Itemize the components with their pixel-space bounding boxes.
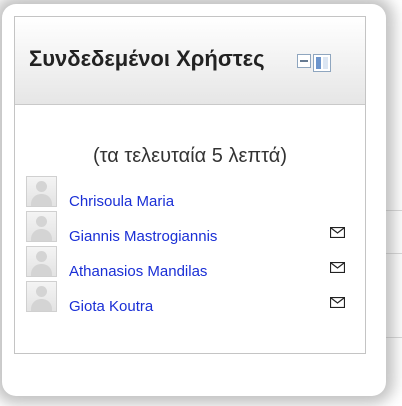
envelope-icon[interactable] [330, 297, 345, 308]
list-item: Athanasios Mandilas [26, 246, 346, 281]
online-user-list: Chrisoula Maria Giannis Mastrogiannis At… [26, 176, 346, 316]
screenshot-frame: Συνδεδεμένοι Χρήστες (τα τελευταία 5 λεπ… [2, 4, 386, 396]
envelope-icon[interactable] [330, 227, 345, 238]
user-avatar-icon[interactable] [26, 246, 57, 277]
panel-icon [313, 54, 331, 72]
time-window-label: (τα τελευταία 5 λεπτά) [92, 145, 288, 167]
envelope-icon[interactable] [330, 262, 345, 273]
user-name-link[interactable]: Giannis Mastrogiannis [69, 228, 217, 246]
dock-block-icon[interactable] [297, 54, 331, 74]
user-name-link[interactable]: Athanasios Mandilas [69, 263, 207, 281]
block-title: Συνδεδεμένοι Χρήστες [29, 46, 265, 71]
user-avatar-icon[interactable] [26, 211, 57, 242]
block-header: Συνδεδεμένοι Χρήστες [15, 17, 365, 105]
list-item: Giota Koutra [26, 281, 346, 316]
user-avatar-icon[interactable] [26, 176, 57, 207]
minus-icon [297, 54, 311, 68]
user-name-link[interactable]: Chrisoula Maria [69, 193, 174, 211]
user-name-link[interactable]: Giota Koutra [69, 298, 153, 316]
user-avatar-icon[interactable] [26, 281, 57, 312]
list-item: Chrisoula Maria [26, 176, 346, 211]
list-item: Giannis Mastrogiannis [26, 211, 346, 246]
